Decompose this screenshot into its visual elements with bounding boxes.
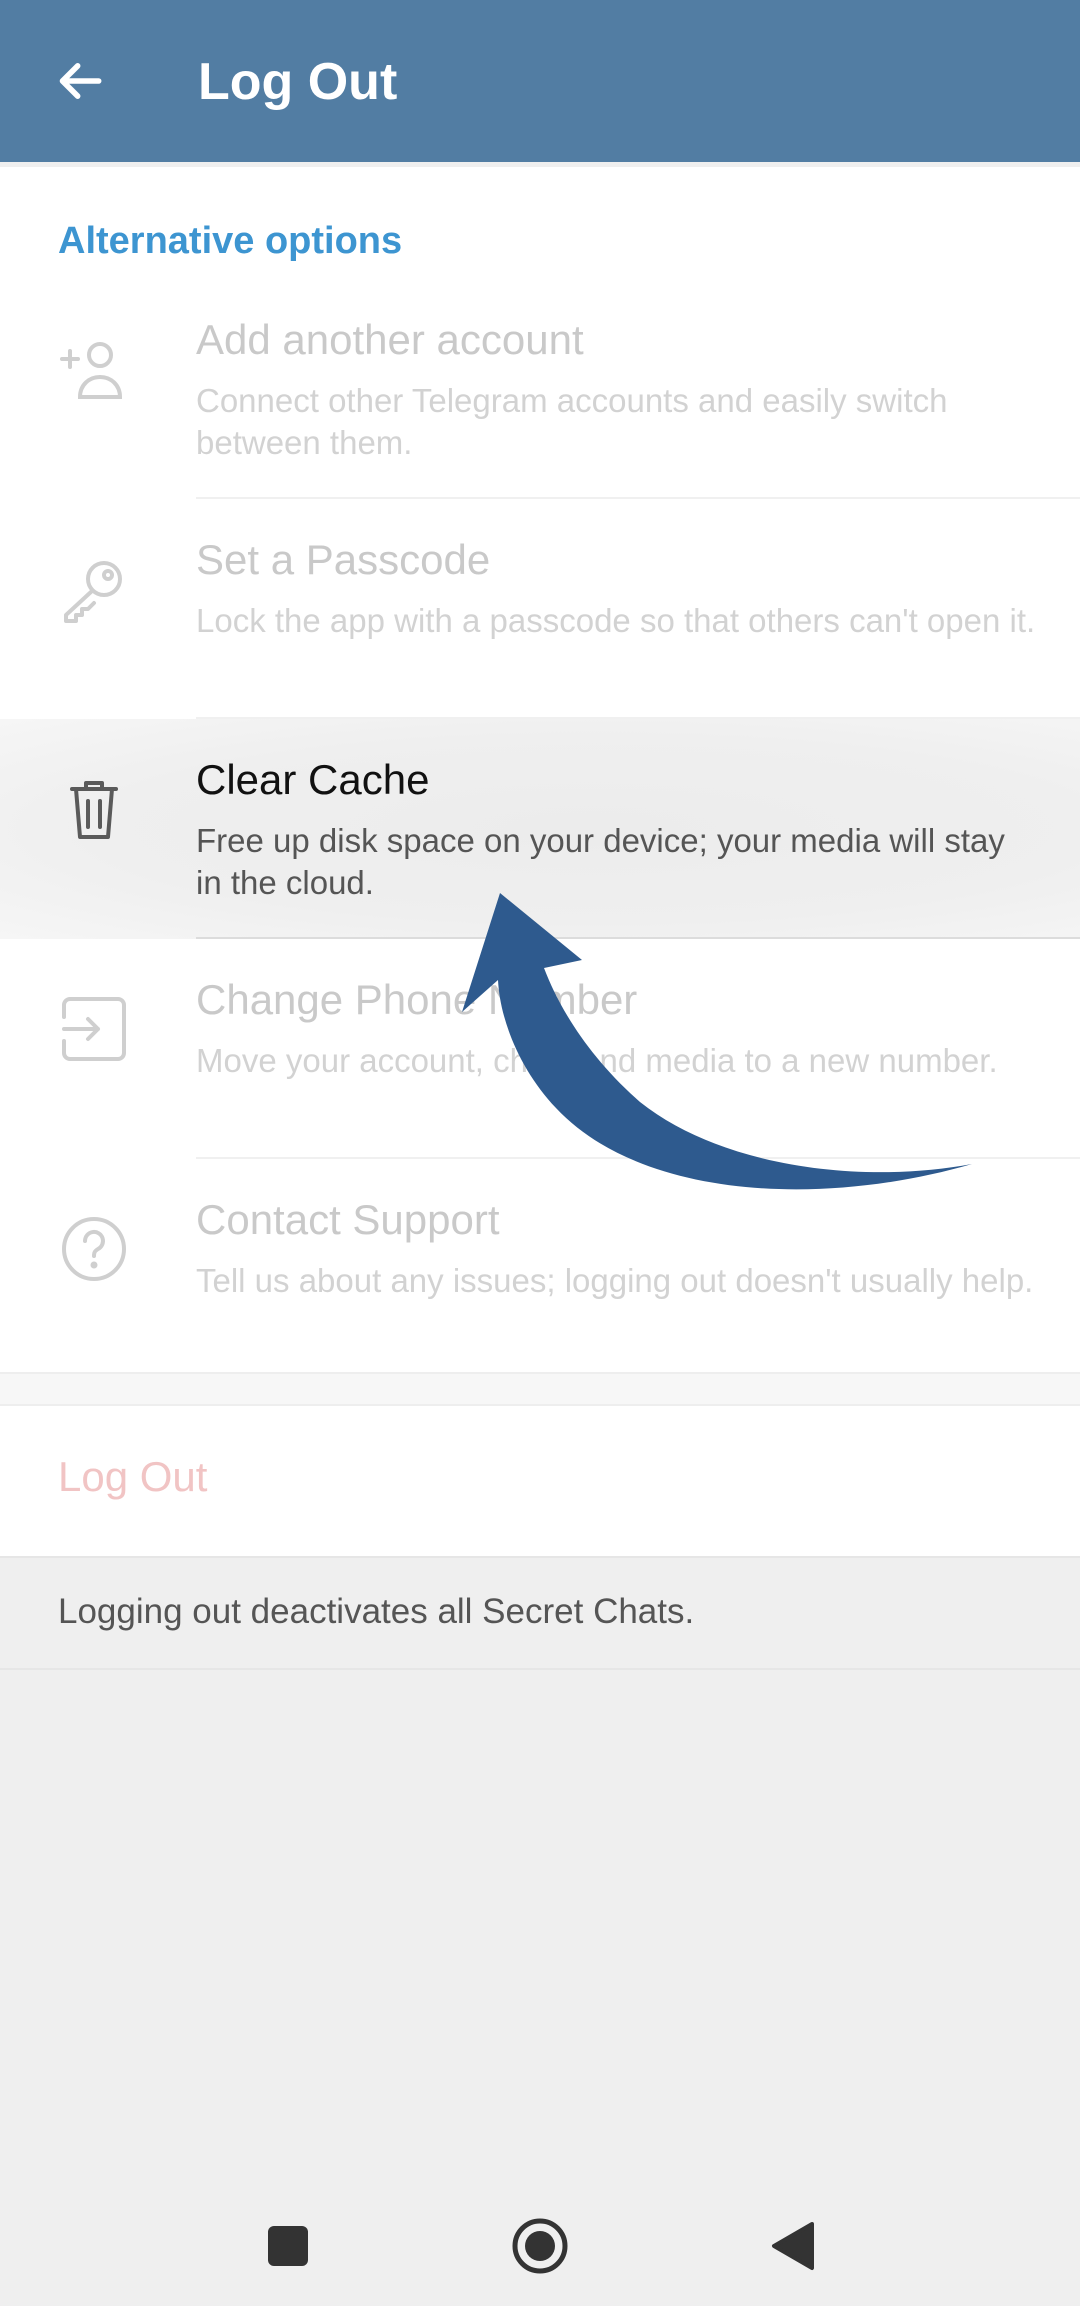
log-out-label: Log Out [58, 1453, 208, 1500]
system-nav-bar [0, 2186, 1080, 2306]
option-change-phone-number[interactable]: Change Phone Number Move your account, c… [0, 939, 1080, 1159]
option-add-account[interactable]: Add another account Connect other Telegr… [0, 279, 1080, 499]
log-out-screen: Log Out Alternative options Add another … [0, 0, 1080, 2306]
help-icon [58, 1213, 130, 1285]
option-subtitle: Free up disk space on your device; your … [196, 822, 1005, 901]
log-out-info-text: Logging out deactivates all Secret Chats… [58, 1592, 695, 1631]
option-subtitle: Connect other Telegram accounts and easi… [196, 382, 948, 461]
log-out-info: Logging out deactivates all Secret Chats… [0, 1556, 1080, 1670]
back-triangle-icon[interactable] [752, 2206, 832, 2286]
section-separator [0, 1372, 1080, 1406]
option-title: Change Phone Number [196, 976, 638, 1023]
option-title: Contact Support [196, 1196, 500, 1243]
option-title: Set a Passcode [196, 536, 491, 583]
page-title: Log Out [198, 53, 398, 111]
app-bar: Log Out [0, 0, 1080, 162]
option-subtitle: Tell us about any issues; logging out do… [196, 1262, 1034, 1299]
key-icon [58, 553, 130, 625]
options-card: Alternative options Add another account … [0, 167, 1080, 1373]
change-number-icon [58, 993, 130, 1065]
add-user-icon [58, 333, 130, 405]
option-title: Clear Cache [196, 756, 430, 803]
trash-icon [58, 773, 130, 845]
back-arrow-icon[interactable] [40, 41, 120, 121]
option-contact-support[interactable]: Contact Support Tell us about any issues… [0, 1159, 1080, 1379]
section-header: Alternative options [58, 220, 403, 262]
option-subtitle: Lock the app with a passcode so that oth… [196, 602, 1036, 639]
option-set-passcode[interactable]: Set a Passcode Lock the app with a passc… [0, 499, 1080, 719]
option-clear-cache[interactable]: Clear Cache Free up disk space on your d… [0, 719, 1080, 939]
recents-square-icon[interactable] [248, 2206, 328, 2286]
option-title: Add another account [196, 316, 584, 363]
log-out-button[interactable]: Log Out [0, 1406, 1080, 1556]
option-subtitle: Move your account, chats and media to a … [196, 1042, 998, 1079]
home-circle-icon[interactable] [500, 2206, 580, 2286]
